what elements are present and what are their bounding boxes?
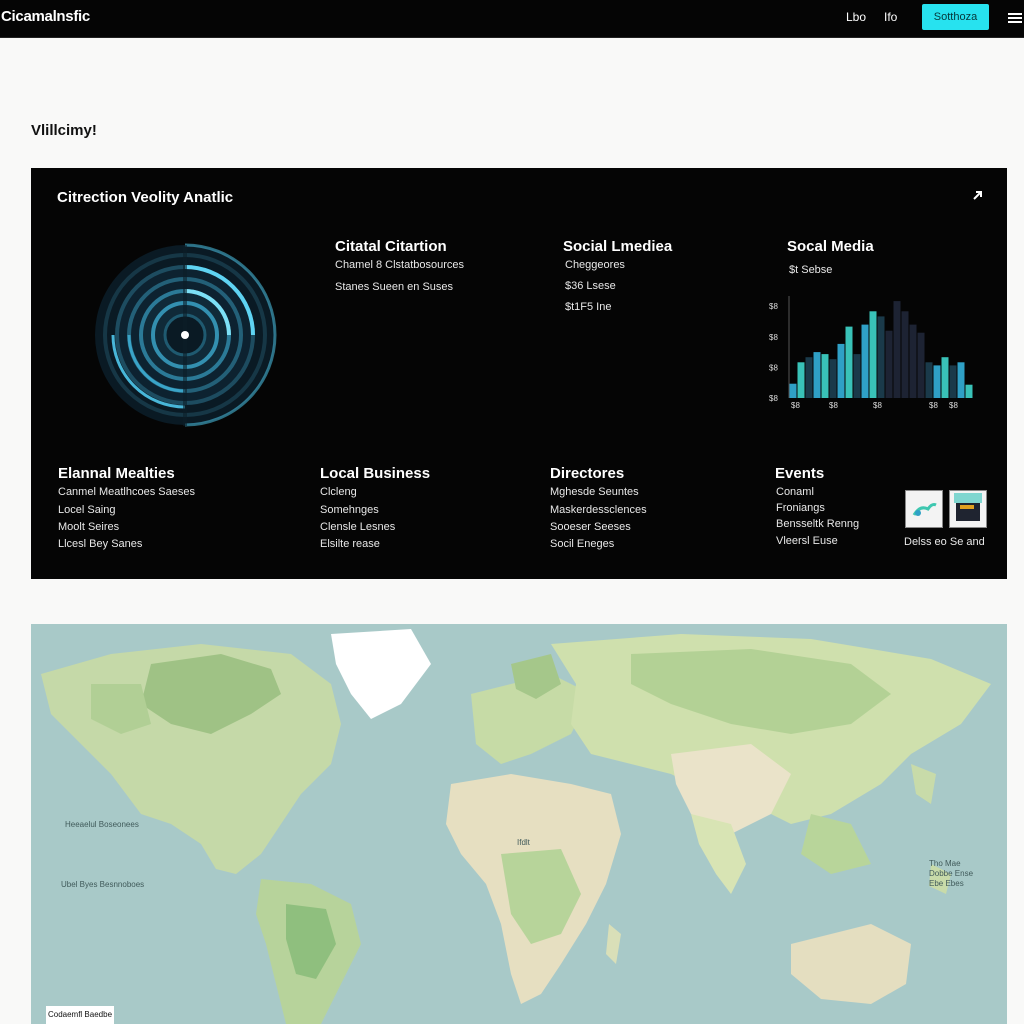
chart-bar <box>949 365 957 398</box>
cta-button[interactable]: Sotthoza <box>922 4 989 30</box>
category-title: Elannal Mealties <box>58 465 175 482</box>
analytics-panel: Citrection Veolity Anatlic Citatal Citar… <box>31 168 1007 579</box>
chart-bar <box>837 343 845 398</box>
chart-bar <box>813 352 821 398</box>
metric-line: $36 Lsese <box>565 280 616 292</box>
category-item[interactable]: Llcesl Bey Sanes <box>58 538 142 550</box>
thumbnail-image[interactable] <box>949 490 987 528</box>
category-item[interactable]: Mghesde Seuntes <box>550 486 639 498</box>
chart-bar <box>877 316 885 398</box>
chart-bar <box>893 301 901 398</box>
category-item[interactable]: Froniangs <box>776 502 825 514</box>
x-tick-label: $8 <box>829 401 838 410</box>
y-tick-label: $8 <box>769 394 778 403</box>
thumbnail-image[interactable] <box>905 490 943 528</box>
thumbnail-caption: Delss eo Se and <box>904 536 985 548</box>
metric-line: Cheggeores <box>565 259 625 271</box>
metric-title-socal-media: Socal Media <box>787 238 874 255</box>
panel-title: Citrection Veolity Anatlic <box>57 189 234 206</box>
metric-line: Stanes Sueen en Suses <box>335 281 454 293</box>
chart-bar <box>853 354 861 398</box>
category-item[interactable]: Elsilte rease <box>320 538 380 550</box>
world-map-graphic <box>41 629 991 1024</box>
chart-bar <box>821 354 829 398</box>
radial-gauge-graphic <box>95 243 277 427</box>
category-item[interactable]: Canmel Meatlhcoes Saeses <box>58 486 195 498</box>
x-tick-label: $8 <box>949 401 958 410</box>
chart-bar <box>909 324 917 398</box>
category-title: Local Business <box>320 465 431 482</box>
chart-bar <box>885 330 893 398</box>
y-tick-label: $8 <box>769 363 778 372</box>
y-tick-label: $8 <box>769 302 778 311</box>
category-title: Events <box>775 465 825 482</box>
category-item[interactable]: Clensle Lesnes <box>320 521 395 533</box>
metric-line: $t1F5 Ine <box>565 301 612 313</box>
menu-corner-icon[interactable] <box>1006 10 1022 26</box>
page-heading: Vlillcimy! <box>31 122 97 139</box>
category-item[interactable]: Conaml <box>776 486 814 498</box>
chart-bar <box>869 311 877 398</box>
social-media-bar-chart: $8 $8 $8 $8 $8 $8 $8 $8 $8 <box>769 296 973 410</box>
metric-line: $t Sebse <box>789 264 833 276</box>
category-item[interactable]: Socil Eneges <box>550 538 614 550</box>
metric-title-citation: Citatal Citartion <box>335 238 447 255</box>
map-caption: Codaemfl Baedbe <box>46 1006 114 1024</box>
nav-link-ifo[interactable]: Ifo <box>884 10 897 24</box>
app-title[interactable]: Cicamalnsfic <box>1 8 90 25</box>
chart-bar <box>925 362 933 398</box>
nav-link-lbo[interactable]: Lbo <box>846 10 866 24</box>
chart-bar <box>797 362 805 398</box>
category-item[interactable]: Somehnges <box>320 504 379 516</box>
metric-line: Chamel 8 Clstatbosources <box>335 259 465 271</box>
map-label: Ubel Byes Besnnoboes <box>61 880 145 889</box>
category-title: Directores <box>550 465 625 482</box>
category-item[interactable]: Bensseltk Renng <box>776 518 859 530</box>
category-item[interactable]: Vleersl Euse <box>776 535 838 547</box>
chart-bar <box>941 357 949 398</box>
chart-bar <box>965 384 973 398</box>
chart-bar <box>957 362 965 398</box>
chart-bar <box>789 383 797 398</box>
category-item[interactable]: Moolt Seires <box>58 521 119 533</box>
top-nav-bar: Cicamalnsfic Lbo Ifo Sotthoza <box>0 0 1024 38</box>
category-item[interactable]: Clcleng <box>320 486 357 498</box>
chart-bar <box>933 365 941 398</box>
category-item[interactable]: Locel Saing <box>58 504 116 516</box>
chart-bar <box>829 359 837 398</box>
map-label: Ifdlt <box>517 838 530 847</box>
chart-bar <box>861 324 869 398</box>
x-tick-label: $8 <box>791 401 800 410</box>
arrow-icon[interactable] <box>971 188 985 202</box>
map-label: Tho Mae Dobbe Ense Ebe Ebes <box>929 859 974 888</box>
world-map[interactable]: Heeaelul Boseonees Ubel Byes Besnnoboes … <box>31 624 1007 1024</box>
chart-bar <box>901 311 909 398</box>
chart-bar <box>845 326 853 398</box>
chart-bar <box>805 357 813 398</box>
x-tick-label: $8 <box>873 401 882 410</box>
map-label: Heeaelul Boseonees <box>65 820 139 829</box>
metric-title-social-media: Social Lmediea <box>563 238 673 255</box>
chart-bar <box>917 332 925 398</box>
category-item[interactable]: Maskerdessclences <box>550 504 647 516</box>
y-tick-label: $8 <box>769 333 778 342</box>
x-tick-label: $8 <box>929 401 938 410</box>
category-item[interactable]: Sooeser Seeses <box>550 521 631 533</box>
